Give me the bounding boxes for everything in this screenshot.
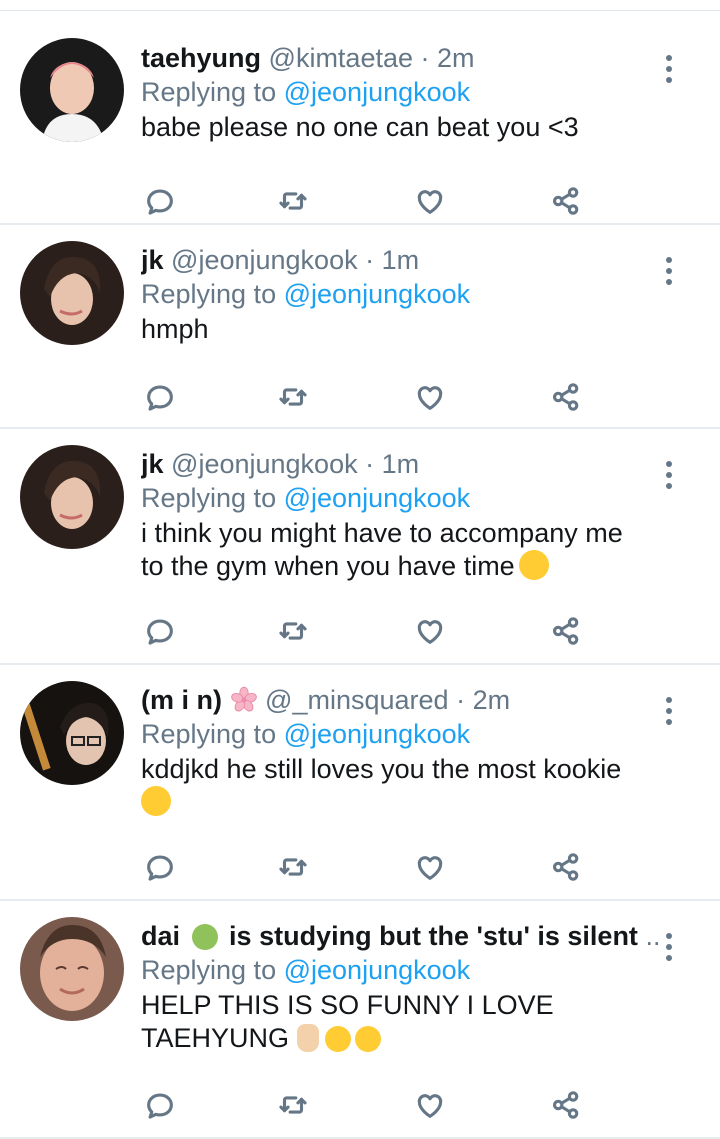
retweet-icon[interactable] xyxy=(273,847,313,887)
tweet-header: dai is studying but the 'stu' is silent … xyxy=(141,919,662,953)
share-icon[interactable] xyxy=(546,181,586,221)
like-icon[interactable] xyxy=(410,847,450,887)
timestamp[interactable]: 2m xyxy=(437,43,475,73)
like-icon[interactable] xyxy=(410,181,450,221)
replying-label: Replying to xyxy=(141,719,277,749)
action-bar xyxy=(140,847,590,887)
tweet-header: jk @jeonjungkook · 1m xyxy=(141,447,650,481)
hand-over-mouth-emoji xyxy=(141,786,171,816)
replying-label: Replying to xyxy=(141,279,277,309)
replying-label: Replying to xyxy=(141,77,277,107)
tweet-header: taehyung @kimtaetae · 2m xyxy=(141,41,650,75)
reply-icon[interactable] xyxy=(140,611,180,651)
more-options-icon[interactable] xyxy=(662,697,676,730)
loudly-crying-face-emoji xyxy=(355,1026,382,1052)
tweet-text: babe please no one can beat you <3 xyxy=(141,112,579,142)
display-name[interactable]: dai xyxy=(141,921,180,951)
like-icon[interactable] xyxy=(410,377,450,417)
like-icon[interactable] xyxy=(410,1085,450,1125)
mention-link[interactable]: @jeonjungkook xyxy=(284,719,471,749)
action-bar xyxy=(140,1085,590,1125)
action-bar xyxy=(140,611,590,651)
tweet-text-line: kddjkd he still loves you the most kooki… xyxy=(141,754,622,784)
reply-icon[interactable] xyxy=(140,181,180,221)
mention-link[interactable]: @jeonjungkook xyxy=(284,483,471,513)
retweet-icon[interactable] xyxy=(273,1085,313,1125)
separator-dot: · xyxy=(365,245,375,275)
tweet-text-line: i think you might have to accompany me xyxy=(141,518,623,548)
action-bar xyxy=(140,181,590,221)
reply-icon[interactable] xyxy=(140,1085,180,1125)
tweet-header: (m i n) @_minsquared · 2m xyxy=(141,683,650,717)
loudly-crying-face-emoji xyxy=(325,1026,352,1052)
retweet-icon[interactable] xyxy=(273,611,313,651)
more-options-icon[interactable] xyxy=(662,933,676,966)
share-icon[interactable] xyxy=(546,611,586,651)
tweet-text: kddjkd he still loves you the most kooki… xyxy=(141,753,650,819)
display-name[interactable]: jk xyxy=(141,245,164,275)
more-options-icon[interactable] xyxy=(662,461,676,494)
avatar[interactable] xyxy=(20,38,124,142)
tweet-text: i think you might have to accompany me t… xyxy=(141,517,650,583)
retweet-icon[interactable] xyxy=(273,181,313,221)
tweet[interactable]: taehyung @kimtaetae · 2m Replying to @je… xyxy=(0,11,720,225)
timestamp[interactable]: 1m xyxy=(382,245,420,275)
action-bar xyxy=(140,377,590,417)
nauseated-face-emoji xyxy=(191,924,218,950)
cherry-blossom-icon xyxy=(230,686,257,712)
truncation-ellipsis: ... xyxy=(645,921,662,951)
tweet-text: hmph xyxy=(141,314,209,344)
avatar[interactable] xyxy=(20,445,124,549)
replying-to: Replying to @jeonjungkook xyxy=(141,481,650,515)
separator-dot: · xyxy=(365,449,375,479)
reply-icon[interactable] xyxy=(140,377,180,417)
tweet[interactable]: jk @jeonjungkook · 1m Replying to @jeonj… xyxy=(0,225,720,429)
tweet[interactable]: (m i n) @_minsquared · 2m Replying to @j… xyxy=(0,665,720,901)
avatar[interactable] xyxy=(20,917,124,1021)
replying-to: Replying to @jeonjungkook xyxy=(141,277,650,311)
mention-link[interactable]: @jeonjungkook xyxy=(284,77,471,107)
display-name[interactable]: (m i n) xyxy=(141,685,222,715)
user-handle[interactable]: @_minsquared xyxy=(265,685,449,715)
tweet-text-line: TAEHYUNG xyxy=(141,1022,662,1055)
tweet-text-line xyxy=(141,786,650,819)
tweet[interactable]: jk @jeonjungkook · 1m Replying to @jeonj… xyxy=(0,429,720,665)
raised-hand-emoji xyxy=(297,1024,320,1052)
more-options-icon[interactable] xyxy=(662,55,676,88)
tweet-header: jk @jeonjungkook · 1m xyxy=(141,243,650,277)
mention-link[interactable]: @jeonjungkook xyxy=(284,955,471,985)
share-icon[interactable] xyxy=(546,847,586,887)
reply-icon[interactable] xyxy=(140,847,180,887)
display-name[interactable]: jk xyxy=(141,449,164,479)
replying-to: Replying to @jeonjungkook xyxy=(141,717,650,751)
retweet-icon[interactable] xyxy=(273,377,313,417)
tweet-text: HELP THIS IS SO FUNNY I LOVE TAEHYUNG xyxy=(141,989,662,1055)
share-icon[interactable] xyxy=(546,377,586,417)
mention-link[interactable]: @jeonjungkook xyxy=(284,279,471,309)
avatar[interactable] xyxy=(20,681,124,785)
like-icon[interactable] xyxy=(410,611,450,651)
smiling-face-emoji xyxy=(518,550,549,580)
user-handle[interactable]: @jeonjungkook xyxy=(171,245,358,275)
avatar[interactable] xyxy=(20,241,124,345)
tweet[interactable]: dai is studying but the 'stu' is silent … xyxy=(0,901,720,1139)
replying-to: Replying to @jeonjungkook xyxy=(141,75,650,109)
separator-dot: · xyxy=(420,43,430,73)
tweet-text-line: HELP THIS IS SO FUNNY I LOVE xyxy=(141,990,554,1020)
user-handle[interactable]: @kimtaetae xyxy=(269,43,413,73)
separator-dot: · xyxy=(456,685,466,715)
timestamp[interactable]: 1m xyxy=(382,449,420,479)
replying-label: Replying to xyxy=(141,955,277,985)
more-options-icon[interactable] xyxy=(662,257,676,290)
top-divider xyxy=(0,0,720,11)
timestamp[interactable]: 2m xyxy=(473,685,511,715)
replying-label: Replying to xyxy=(141,483,277,513)
user-handle[interactable]: @jeonjungkook xyxy=(171,449,358,479)
display-name-rest[interactable]: is studying but the 'stu' is silent xyxy=(229,921,638,951)
display-name[interactable]: taehyung xyxy=(141,43,261,73)
replying-to: Replying to @jeonjungkook xyxy=(141,953,662,987)
tweet-text-line: to the gym when you have time xyxy=(141,550,650,583)
share-icon[interactable] xyxy=(546,1085,586,1125)
